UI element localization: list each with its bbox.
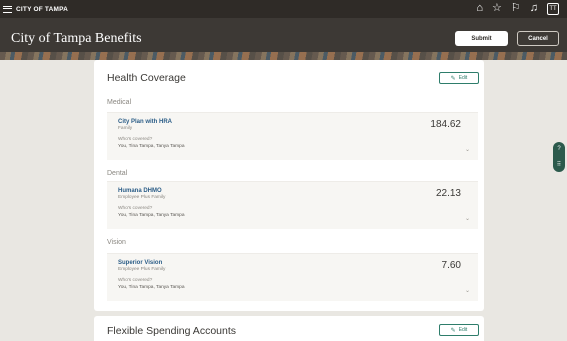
plan-row-dental[interactable]: Humana DHMO Employee Plus Family 22.13 W…: [107, 181, 478, 229]
plan-name[interactable]: City Plan with HRA: [118, 119, 172, 125]
plan-name[interactable]: Humana DHMO: [118, 188, 162, 194]
plan-level: Family: [118, 126, 133, 131]
chevron-down-icon[interactable]: ⌄: [465, 287, 470, 294]
avatar[interactable]: TT: [547, 2, 559, 15]
top-bar: CITY OF TAMPA ⌂ ☆ ⚐ ♫ TT: [0, 0, 567, 18]
bell-icon[interactable]: ♫: [530, 2, 538, 15]
top-bar-icons: ⌂ ☆ ⚐ ♫ TT: [476, 2, 559, 15]
chevron-down-icon[interactable]: ⌄: [465, 215, 470, 222]
covered-label: Who's covered?: [118, 206, 153, 211]
grid-icon[interactable]: ⠿: [557, 161, 561, 168]
home-icon[interactable]: ⌂: [476, 2, 483, 15]
fsa-card: Flexible Spending Accounts ✎ Edit: [94, 316, 484, 341]
star-icon[interactable]: ☆: [492, 2, 502, 15]
help-icon[interactable]: ?: [557, 146, 560, 152]
edit-fsa-button[interactable]: ✎ Edit: [439, 324, 479, 336]
section-vision: Vision: [107, 239, 126, 246]
plan-name[interactable]: Superior Vision: [118, 260, 162, 266]
section-medical: Medical: [107, 99, 132, 106]
pencil-icon: ✎: [450, 75, 456, 82]
page-title: City of Tampa Benefits: [11, 31, 142, 46]
pencil-icon: ✎: [450, 327, 456, 334]
section-dental: Dental: [107, 170, 128, 177]
plan-price: 184.62: [430, 119, 461, 130]
health-coverage-title: Health Coverage: [107, 72, 186, 84]
plan-price: 22.13: [435, 188, 461, 199]
covered-value: You, Tina Tampa, Tanya Tampa: [118, 213, 185, 218]
brand-name[interactable]: CITY OF TAMPA: [16, 6, 68, 13]
cancel-button[interactable]: Cancel: [517, 31, 559, 46]
edit-label: Edit: [458, 327, 468, 333]
covered-value: You, Tina Tampa, Tanya Tampa: [118, 144, 185, 149]
fsa-title: Flexible Spending Accounts: [107, 325, 236, 337]
plan-row-vision[interactable]: Superior Vision Employee Plus Family 7.6…: [107, 253, 478, 301]
header-pattern: [0, 52, 567, 60]
plan-row-medical[interactable]: City Plan with HRA Family 184.62 Who's c…: [107, 112, 478, 160]
plan-level: Employee Plus Family: [118, 267, 166, 272]
edit-health-button[interactable]: ✎ Edit: [439, 72, 479, 84]
health-coverage-card: Health Coverage ✎ Edit Medical City Plan…: [94, 60, 484, 311]
menu-icon[interactable]: [3, 5, 12, 13]
edit-label: Edit: [458, 75, 468, 81]
help-widget[interactable]: ? ⠿: [553, 142, 565, 172]
flag-icon[interactable]: ⚐: [511, 2, 521, 15]
submit-button[interactable]: Submit: [455, 31, 508, 46]
plan-level: Employee Plus Family: [118, 195, 166, 200]
chevron-down-icon[interactable]: ⌄: [465, 146, 470, 153]
covered-label: Who's covered?: [118, 278, 153, 283]
covered-value: You, Tina Tampa, Tanya Tampa: [118, 285, 185, 290]
covered-label: Who's covered?: [118, 137, 153, 142]
plan-price: 7.60: [441, 260, 461, 271]
